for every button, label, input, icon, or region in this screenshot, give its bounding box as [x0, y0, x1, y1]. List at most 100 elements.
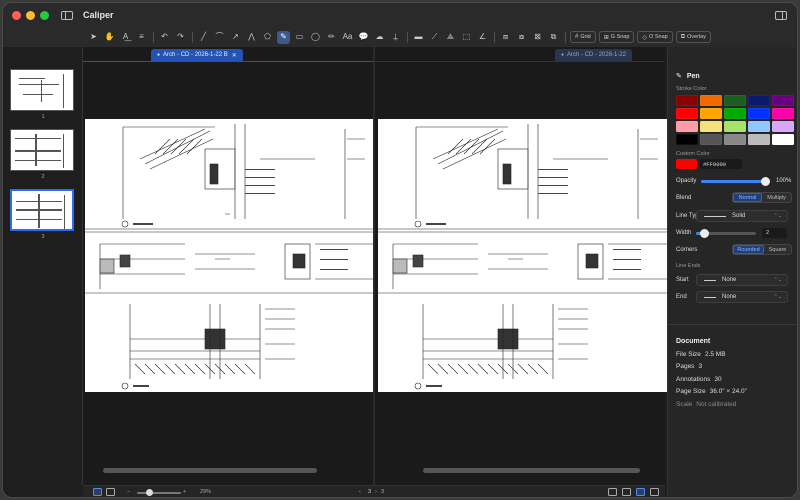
text-tool-icon[interactable]: Aa [341, 31, 354, 44]
snapshot-tool-icon[interactable]: ⧇ [515, 31, 528, 44]
polyline-tool-icon[interactable]: ⋀ [245, 31, 258, 44]
color-swatch[interactable] [700, 108, 722, 119]
color-swatch[interactable] [676, 95, 698, 106]
color-swatch[interactable] [700, 121, 722, 132]
opacity-slider[interactable] [701, 177, 770, 186]
zoom-out-button[interactable]: − [127, 489, 130, 495]
color-swatch[interactable] [748, 134, 770, 145]
width-slider-knob[interactable] [700, 229, 709, 238]
color-swatch[interactable] [748, 108, 770, 119]
line-start-select[interactable]: None ⌃⌄ [696, 274, 788, 286]
custom-color-hex-field[interactable]: #FF0000 [700, 159, 742, 169]
color-swatch[interactable] [724, 95, 746, 106]
line-tool-icon[interactable]: ╱ [197, 31, 210, 44]
crop-tool-icon[interactable]: ⧈ [499, 31, 512, 44]
single-page-view-icon[interactable] [93, 488, 102, 496]
chevron-updown-icon: ⌃⌄ [773, 277, 782, 283]
color-swatch[interactable] [676, 108, 698, 119]
arrow-tool-icon[interactable]: ↗ [229, 31, 242, 44]
drawing-page-left[interactable] [85, 119, 374, 392]
drawing-page-right[interactable] [378, 119, 667, 392]
zoom-window-button[interactable] [40, 10, 49, 20]
highlighter-tool-icon[interactable]: ✏ [325, 31, 338, 44]
app-title: Caliper [83, 10, 114, 20]
document-pane-right[interactable]: ● Arch - CD - 2026-1-22 [375, 47, 667, 485]
width-slider[interactable] [696, 229, 756, 238]
line-type-select[interactable]: Solid ⌃⌄ [696, 210, 788, 222]
corners-segmented-control: Rounded Square [732, 244, 792, 255]
color-swatch[interactable] [676, 134, 698, 145]
color-swatch[interactable] [700, 95, 722, 106]
length-measure-icon[interactable]: ▬ [412, 31, 425, 44]
two-page-view-icon[interactable] [106, 488, 115, 496]
tab-document-right[interactable]: ● Arch - CD - 2026-1-22 [555, 49, 633, 61]
line-end-select[interactable]: None ⌃⌄ [696, 291, 788, 303]
compare-tool-icon[interactable]: ⊠ [531, 31, 544, 44]
page-layout-icon[interactable] [608, 488, 617, 496]
callout-tool-icon[interactable]: 💬 [357, 31, 370, 44]
overlay-button[interactable]: ⧉ Overlay [675, 31, 711, 43]
next-page-button[interactable]: › [375, 489, 377, 495]
color-swatch[interactable] [772, 134, 794, 145]
color-swatch[interactable] [724, 134, 746, 145]
blend-multiply-option[interactable]: Multiply [762, 193, 791, 202]
custom-color-well[interactable] [676, 159, 697, 169]
color-swatch[interactable] [772, 121, 794, 132]
corners-square-option[interactable]: Square [764, 245, 791, 254]
document-pane-left[interactable]: ● Arch - CD - 2026-1-22 B ✕ [83, 47, 374, 485]
width-value-field[interactable]: 2 [762, 228, 787, 238]
grid-toggle-button[interactable]: # Grid [570, 31, 596, 43]
ellipse-tool-icon[interactable]: ◯ [309, 31, 322, 44]
color-swatch[interactable] [724, 108, 746, 119]
undo-icon[interactable]: ↶ [158, 31, 171, 44]
sidebar-toggle-icon[interactable] [61, 10, 73, 20]
redo-icon[interactable]: ↷ [174, 31, 187, 44]
zoom-slider-knob[interactable] [146, 489, 154, 496]
pages-panel-icon[interactable] [650, 488, 659, 496]
previous-page-button[interactable]: ‹ [359, 489, 361, 495]
horizontal-scrollbar[interactable] [103, 468, 317, 473]
annotations-label: Annotations [676, 376, 711, 383]
color-swatch[interactable] [748, 95, 770, 106]
rect-area-measure-icon[interactable]: ⬚ [460, 31, 473, 44]
overlay-compare-icon[interactable]: ⧉ [547, 31, 560, 44]
inspector-toggle-icon[interactable] [775, 11, 787, 20]
corners-rounded-option[interactable]: Rounded [733, 245, 764, 254]
current-page-field[interactable]: 3 [368, 489, 371, 495]
zoom-in-button[interactable]: + [183, 489, 186, 495]
object-snap-button[interactable]: ◇ O Snap [637, 31, 673, 43]
arc-tool-icon[interactable]: ⌒ [213, 31, 226, 44]
polylength-measure-icon[interactable]: ⟋ [428, 31, 441, 44]
color-swatch[interactable] [772, 95, 794, 106]
color-swatch[interactable] [676, 121, 698, 132]
minimize-window-button[interactable] [26, 10, 35, 20]
color-swatch[interactable] [724, 121, 746, 132]
horizontal-scrollbar[interactable] [423, 468, 640, 473]
select-tool-icon[interactable]: ➤ [87, 31, 100, 44]
color-swatch[interactable] [772, 108, 794, 119]
angle-measure-icon[interactable]: ∠ [476, 31, 489, 44]
tab-document-left[interactable]: ● Arch - CD - 2026-1-22 B ✕ [151, 49, 243, 61]
continuous-layout-icon[interactable] [622, 488, 631, 496]
color-swatch[interactable] [700, 134, 722, 145]
pen-tool-icon[interactable]: ✎ [277, 30, 290, 44]
rectangle-tool-icon[interactable]: ▭ [293, 31, 306, 44]
edit-text-tool-icon[interactable]: ≡ [135, 31, 148, 44]
close-tab-icon[interactable]: ✕ [232, 52, 237, 59]
cloud-tool-icon[interactable]: ☁ [373, 31, 386, 44]
polygon-tool-icon[interactable]: ⬠ [261, 31, 274, 44]
text-select-tool-icon[interactable]: A͟ [119, 31, 132, 44]
close-window-button[interactable] [12, 10, 21, 20]
stamp-tool-icon[interactable]: ⍊ [389, 31, 402, 44]
hand-tool-icon[interactable]: ✋ [103, 31, 116, 44]
opacity-slider-knob[interactable] [761, 177, 770, 186]
grid-snap-button[interactable]: ⊞ G Snap [598, 31, 635, 43]
page-thumbnail-2[interactable] [10, 129, 74, 171]
page-thumbnail-1[interactable] [10, 69, 74, 111]
page-thumbnail-3[interactable] [10, 189, 74, 231]
zoom-slider[interactable] [137, 489, 181, 496]
color-swatch[interactable] [748, 121, 770, 132]
fit-to-window-icon[interactable] [636, 488, 645, 496]
blend-normal-option[interactable]: Normal [733, 193, 763, 202]
area-measure-icon[interactable]: ⟁ [444, 31, 457, 44]
